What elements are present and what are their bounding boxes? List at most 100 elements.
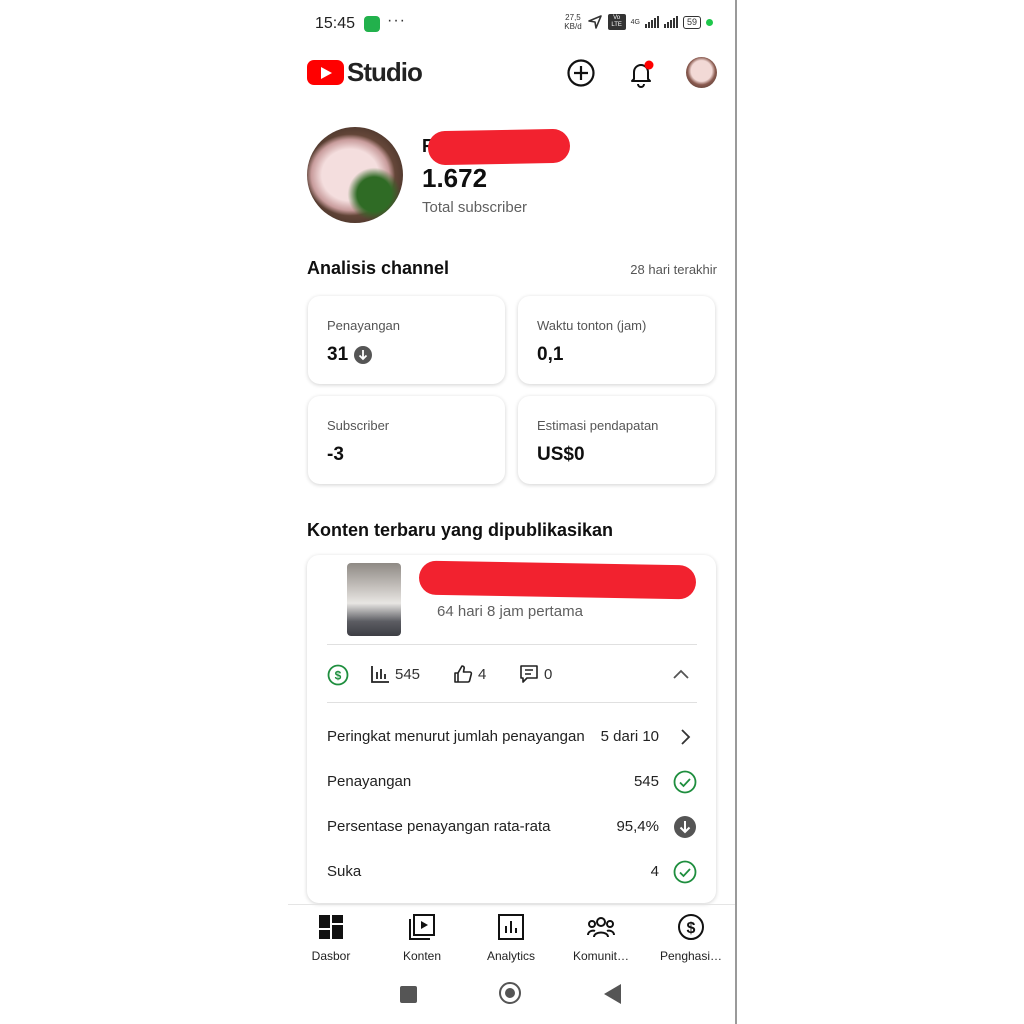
bell-icon[interactable] xyxy=(625,57,657,89)
status-time: 15:45 xyxy=(315,15,356,32)
nav-penghasilan[interactable]: $ Penghasi… xyxy=(651,913,731,963)
video-stats-row: $ 545 4 0 xyxy=(327,664,697,688)
status-bar: 15:45 ··· 27,5 KB/d Vo LTE 4G 59 xyxy=(288,10,735,38)
card-value: -3 xyxy=(327,444,344,465)
monetization-icon: $ xyxy=(327,664,349,686)
arrow-down-circle-icon xyxy=(674,816,696,838)
community-icon xyxy=(587,917,615,938)
subscriber-count: 1.672 xyxy=(422,163,488,193)
subscriber-card[interactable]: Subscriber -3 xyxy=(308,396,505,484)
likes-metric-row: Suka 4 xyxy=(327,860,697,884)
add-circle-icon[interactable] xyxy=(565,57,597,89)
nav-label: Komunit… xyxy=(572,949,630,963)
notification-dot xyxy=(644,60,654,70)
content-icon xyxy=(409,914,435,940)
analytics-title: Analisis channel xyxy=(307,258,450,278)
check-circle-icon xyxy=(673,860,697,884)
signal-1-icon xyxy=(644,16,659,28)
video-period: 64 hari 8 jam pertama xyxy=(437,603,583,620)
metric-name: Penayangan xyxy=(327,773,412,790)
card-label: Waktu tonton (jam) xyxy=(537,318,647,333)
metric-value: 5 dari 10 xyxy=(600,728,659,745)
speed-value: 27,5 xyxy=(565,13,581,22)
latest-video-card: 64 hari 8 jam pertama $ 545 4 0 Peringka… xyxy=(307,555,716,903)
chevron-right-icon[interactable] xyxy=(673,725,697,749)
earn-icon: $ xyxy=(678,914,704,940)
nav-label: Konten xyxy=(402,949,442,963)
nav-analytics[interactable]: Analytics xyxy=(471,913,551,963)
watch-time-card[interactable]: Waktu tonton (jam) 0,1 xyxy=(518,296,715,384)
avg-view-pct-row: Persentase penayangan rata-rata 95,4% xyxy=(327,815,697,839)
svg-text:$: $ xyxy=(335,669,342,683)
ranking-row[interactable]: Peringkat menurut jumlah penayangan 5 da… xyxy=(327,725,697,749)
back-icon[interactable] xyxy=(604,984,621,1004)
bottom-navigation: Dasbor Konten Analytics Komunit… $ Pengh… xyxy=(288,904,735,965)
card-value: 31 xyxy=(327,344,373,366)
nav-label: Penghasi… xyxy=(659,949,723,963)
nav-label: Analytics xyxy=(486,949,536,963)
redaction-mark xyxy=(427,128,571,166)
arrow-down-circle-icon xyxy=(354,346,373,364)
dashboard-icon xyxy=(319,915,343,939)
metric-value: 95,4% xyxy=(616,818,659,835)
views-card[interactable]: Penayangan 31 xyxy=(308,296,505,384)
metric-name: Suka xyxy=(327,863,362,880)
studio-logo-text[interactable]: Studio xyxy=(347,57,423,88)
card-label: Estimasi pendapatan xyxy=(537,418,659,433)
battery-icon: 59 xyxy=(682,15,701,29)
subscriber-label: Total subscriber xyxy=(422,199,528,216)
svg-text:$: $ xyxy=(687,920,696,937)
views-value: 31 xyxy=(327,344,349,365)
redaction-mark xyxy=(418,560,697,600)
views-metric-row: Penayangan 545 xyxy=(327,770,697,794)
home-icon[interactable] xyxy=(499,982,521,1004)
comments-count: 0 xyxy=(544,665,553,683)
video-thumbnail[interactable] xyxy=(347,563,401,636)
metric-name: Persentase penayangan rata-rata xyxy=(327,818,551,835)
app-notification-icon xyxy=(364,16,380,32)
likes-count: 4 xyxy=(478,665,487,683)
card-label: Penayangan xyxy=(327,318,401,333)
views-stat: 545 xyxy=(370,664,420,684)
card-label: Subscriber xyxy=(327,418,390,433)
phone-screen: 15:45 ··· 27,5 KB/d Vo LTE 4G 59 Studio … xyxy=(288,0,735,1024)
analytics-period: 28 hari terakhir xyxy=(630,262,717,277)
bar-chart-icon xyxy=(371,666,389,683)
volte-badge: Vo LTE xyxy=(607,14,626,30)
comments-stat: 0 xyxy=(519,664,552,684)
comment-icon xyxy=(520,665,538,683)
right-edge-divider xyxy=(735,0,737,1024)
nav-dasbor[interactable]: Dasbor xyxy=(291,913,371,963)
views-count: 545 xyxy=(395,665,421,683)
check-circle-icon xyxy=(673,770,697,794)
more-notifications-icon: ··· xyxy=(387,12,406,29)
metric-value: 545 xyxy=(633,773,659,790)
location-icon xyxy=(587,15,602,29)
nav-label: Dasbor xyxy=(311,949,351,963)
card-value: 0,1 xyxy=(537,344,564,365)
network-speed: 27,5 KB/d xyxy=(564,13,581,31)
nav-konten[interactable]: Konten xyxy=(382,913,462,963)
metric-name: Peringkat menurut jumlah penayangan xyxy=(327,728,585,745)
speed-unit: KB/d xyxy=(564,22,582,31)
thumb-up-icon xyxy=(454,665,473,683)
likes-stat: 4 xyxy=(453,664,486,684)
divider xyxy=(327,702,697,703)
recent-apps-icon[interactable] xyxy=(400,986,417,1003)
account-avatar[interactable] xyxy=(686,57,717,88)
signal-2-icon xyxy=(663,16,678,28)
privacy-dot-icon xyxy=(706,18,713,26)
youtube-logo-icon[interactable] xyxy=(307,60,344,85)
chevron-up-icon[interactable] xyxy=(670,664,692,686)
status-right: 27,5 KB/d Vo LTE 4G 59 xyxy=(564,13,713,31)
system-navigation xyxy=(288,978,735,1010)
card-value: US$0 xyxy=(537,444,585,465)
divider xyxy=(327,644,697,645)
latest-content-title: Konten terbaru yang dipublikasikan xyxy=(307,520,614,540)
nav-komunitas[interactable]: Komunit… xyxy=(561,913,641,963)
analytics-icon xyxy=(498,914,524,940)
net-type: 4G xyxy=(630,18,640,26)
revenue-card[interactable]: Estimasi pendapatan US$0 xyxy=(518,396,715,484)
channel-avatar[interactable] xyxy=(307,127,403,223)
metric-value: 4 xyxy=(650,863,659,880)
